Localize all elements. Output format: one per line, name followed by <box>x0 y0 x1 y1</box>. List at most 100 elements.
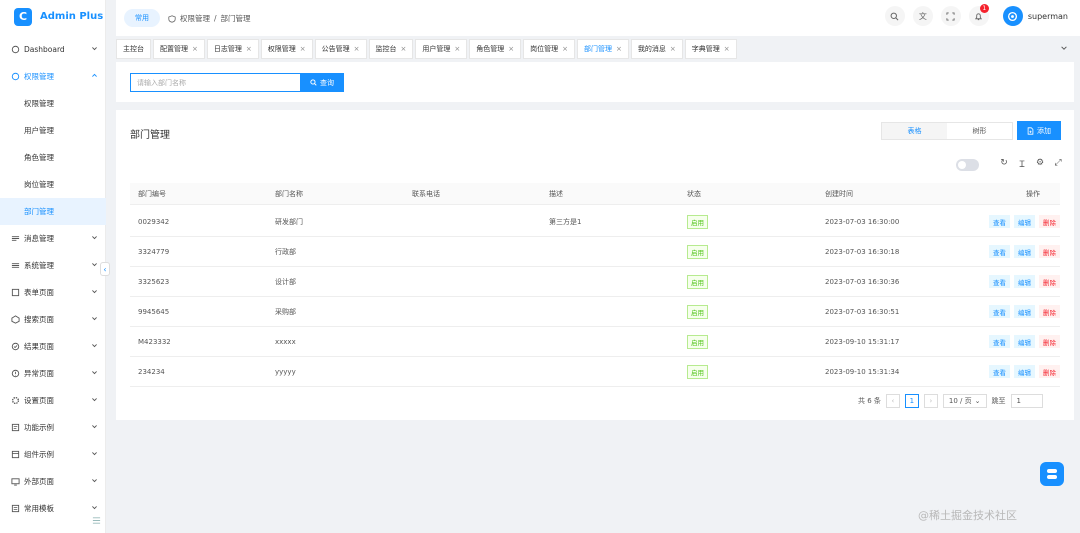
view-button[interactable]: 查看 <box>989 305 1010 318</box>
sidebar-subitem-1[interactable]: 用户管理 <box>0 117 106 144</box>
cell-status: 启用 <box>679 334 817 349</box>
close-icon[interactable]: × <box>508 45 514 53</box>
tab-5[interactable]: 监控台 × <box>368 39 414 59</box>
refresh-icon[interactable]: ↻ <box>999 157 1009 169</box>
sidebar-subitem-0[interactable]: 权限管理 <box>0 90 106 117</box>
tab-0[interactable]: 主控台 <box>116 39 151 59</box>
translate-icon[interactable]: 文 <box>912 6 933 26</box>
sidebar-item-1[interactable]: 权限管理 <box>0 63 106 90</box>
edit-button[interactable]: 编辑 <box>1014 275 1035 288</box>
tab-3[interactable]: 权限管理 × <box>260 39 313 59</box>
sidebar-subitem-3[interactable]: 岗位管理 <box>0 171 106 198</box>
search-icon[interactable] <box>884 6 905 26</box>
close-icon[interactable]: × <box>670 45 676 53</box>
close-icon[interactable]: × <box>192 45 198 53</box>
fullscreen-icon[interactable] <box>940 6 961 26</box>
view-button[interactable]: 查看 <box>989 335 1010 348</box>
tab-label: 角色管理 <box>476 45 505 53</box>
sidebar-item-3[interactable]: 系统管理 <box>0 252 106 279</box>
sidebar-collapse-button[interactable]: ‹ <box>100 262 110 276</box>
tab-10[interactable]: 我的消息 × <box>630 39 683 59</box>
username[interactable]: superman <box>1028 12 1068 21</box>
jump-input[interactable]: 1 <box>1010 394 1043 408</box>
tab-7[interactable]: 角色管理 × <box>469 39 522 59</box>
page-size-value: 10 / 页 <box>948 397 972 405</box>
home-button[interactable]: 常用 <box>124 9 160 27</box>
department-search-input[interactable]: 请输入部门名称 <box>130 73 300 92</box>
tab-6[interactable]: 用户管理 × <box>415 39 468 59</box>
cell-created: 2023-07-03 16:30:36 <box>825 277 900 286</box>
avatar[interactable] <box>1002 6 1023 26</box>
delete-button[interactable]: 删除 <box>1039 335 1060 348</box>
add-button[interactable]: 添加 <box>1017 121 1061 140</box>
app-logo[interactable]: C Admin Plus <box>0 0 105 33</box>
edit-button[interactable]: 编辑 <box>1014 305 1035 318</box>
sidebar-item-8[interactable]: 设置页面 <box>0 387 106 414</box>
sidebar-item-11[interactable]: 外部页面 <box>0 468 106 495</box>
delete-button[interactable]: 删除 <box>1039 365 1060 378</box>
edit-button[interactable]: 编辑 <box>1014 215 1035 228</box>
sidebar-item-9[interactable]: 功能示例 <box>0 414 106 441</box>
cell-status: 启用 <box>679 214 817 229</box>
fullscreen-icon[interactable]: ⤢ <box>1053 157 1063 169</box>
close-icon[interactable]: × <box>562 45 568 53</box>
page-size-select[interactable]: 10 / 页 ⌄ <box>942 394 987 408</box>
tab-label: 权限管理 <box>267 45 296 53</box>
menu-fold-icon[interactable] <box>92 516 101 527</box>
theme-settings-button[interactable] <box>1040 462 1064 486</box>
toggle-switch[interactable] <box>956 159 979 171</box>
close-icon[interactable]: × <box>300 45 306 53</box>
delete-button[interactable]: 删除 <box>1039 245 1060 258</box>
sidebar-subitem-2[interactable]: 角色管理 <box>0 144 106 171</box>
prev-page-button[interactable]: ‹ <box>885 394 900 408</box>
delete-button[interactable]: 删除 <box>1039 215 1060 228</box>
sidebar-item-7[interactable]: 异常页面 <box>0 360 106 387</box>
tab-8[interactable]: 岗位管理 × <box>523 39 575 59</box>
tab-9[interactable]: 部门管理 × <box>577 39 629 59</box>
sidebar-item-4[interactable]: 表单页面 <box>0 279 106 306</box>
sidebar-item-10[interactable]: 组件示例 <box>0 441 106 468</box>
view-button[interactable]: 查看 <box>989 245 1010 258</box>
edit-button[interactable]: 编辑 <box>1014 365 1035 378</box>
close-icon[interactable]: × <box>724 45 730 53</box>
delete-button[interactable]: 删除 <box>1039 275 1060 288</box>
sidebar-item-6[interactable]: 结果页面 <box>0 333 106 360</box>
close-icon[interactable]: × <box>616 45 622 53</box>
close-icon[interactable]: × <box>401 45 407 53</box>
view-tree-button[interactable]: 树形 <box>947 123 1012 139</box>
toggle-bar-icon <box>1047 475 1057 479</box>
delete-button[interactable]: 删除 <box>1039 305 1060 318</box>
column-header: 部门编号 <box>138 189 166 198</box>
view-button[interactable]: 查看 <box>989 275 1010 288</box>
search-panel: 请输入部门名称 查询 <box>116 62 1074 102</box>
query-button[interactable]: 查询 <box>300 73 344 92</box>
breadcrumb-item[interactable]: 权限管理 <box>180 13 210 24</box>
tabs-more-icon[interactable] <box>1060 44 1072 54</box>
sidebar-item-0[interactable]: Dashboard <box>0 36 106 63</box>
edit-button[interactable]: 编辑 <box>1014 245 1035 258</box>
tab-2[interactable]: 日志管理 × <box>206 39 259 59</box>
tab-1[interactable]: 配置管理 × <box>153 39 205 59</box>
close-icon[interactable]: × <box>454 45 460 53</box>
cell-name: 行政部 <box>275 247 296 256</box>
tab-4[interactable]: 公告管理 × <box>314 39 367 59</box>
sidebar-item-2[interactable]: 消息管理 <box>0 225 106 252</box>
column-height-icon[interactable]: Ɪ <box>1017 157 1027 170</box>
bell-icon[interactable]: 1 <box>968 4 989 26</box>
close-icon[interactable]: × <box>246 45 252 53</box>
cell-desc: 第三方是1 <box>549 217 582 226</box>
close-icon[interactable]: × <box>354 45 360 53</box>
view-button[interactable]: 查看 <box>989 365 1010 378</box>
sidebar-item-12[interactable]: 常用模板 <box>0 495 106 522</box>
page-number-button[interactable]: 1 <box>904 394 919 408</box>
view-table-button[interactable]: 表格 <box>882 123 947 139</box>
settings-icon[interactable]: ⚙ <box>1035 157 1045 169</box>
sidebar-subitem-4[interactable]: 部门管理 <box>0 198 106 225</box>
edit-button[interactable]: 编辑 <box>1014 335 1035 348</box>
next-page-button[interactable]: › <box>923 394 938 408</box>
row-actions: 查看 编辑 删除 <box>954 305 1060 318</box>
tab-11[interactable]: 字典管理 × <box>684 39 737 59</box>
sidebar-item-5[interactable]: 搜索页面 <box>0 306 106 333</box>
notification-badge: 1 <box>979 4 989 13</box>
view-button[interactable]: 查看 <box>989 215 1010 228</box>
